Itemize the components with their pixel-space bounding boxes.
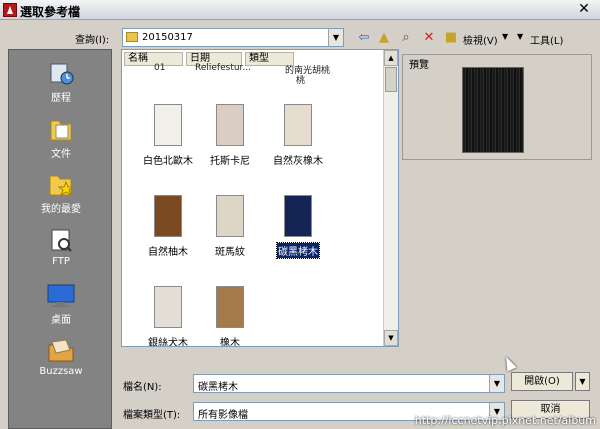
thumbnail xyxy=(154,104,182,146)
filetype-value: 所有影像檔 xyxy=(198,410,248,421)
thumbnail xyxy=(216,195,244,237)
ftp-icon xyxy=(47,227,75,253)
vertical-scrollbar[interactable]: ▲ ▼ xyxy=(383,50,398,346)
folder-icon xyxy=(126,32,138,42)
place-history[interactable]: 歷程 xyxy=(9,60,113,104)
delete-icon[interactable]: ✕ xyxy=(421,30,437,46)
places-sidebar: 歷程 文件 我的最愛 FTP 桌面 Buzzsaw xyxy=(8,49,112,429)
place-desktop[interactable]: 桌面 xyxy=(9,282,113,326)
thumbnail xyxy=(154,195,182,237)
open-dropdown-icon[interactable]: ▼ xyxy=(575,372,590,391)
watermark: http://lccnetvip.pixnet.net/album xyxy=(414,414,596,427)
title-bar: 選取參考檔 ✕ xyxy=(0,0,600,20)
place-label: 文件 xyxy=(51,149,71,160)
scroll-up-icon[interactable]: ▲ xyxy=(384,50,398,66)
tile-7[interactable]: 橡木 xyxy=(195,286,265,347)
thumbnail xyxy=(284,195,312,237)
open-button[interactable]: 開啟(O) xyxy=(511,372,573,391)
filename-value: 碳黑栲木 xyxy=(198,382,238,393)
tile-name: 自然灰橡木 xyxy=(273,156,323,167)
place-label: 我的最愛 xyxy=(41,204,81,215)
place-favorites[interactable]: 我的最愛 xyxy=(9,171,113,215)
history-icon xyxy=(47,60,75,86)
documents-icon xyxy=(47,116,75,142)
place-buzzsaw[interactable]: Buzzsaw xyxy=(9,337,113,377)
tools-menu[interactable]: 工具(L) xyxy=(530,32,563,47)
place-label: Buzzsaw xyxy=(39,366,83,377)
tile-6[interactable]: 銀絲犬木 xyxy=(133,286,203,347)
preview-label: 預覽 xyxy=(409,60,429,71)
place-ftp[interactable]: FTP xyxy=(9,227,113,267)
search-web-icon[interactable]: ⌕ xyxy=(398,30,414,46)
tile-4[interactable]: 斑馬紋 xyxy=(195,195,265,258)
tile-name: 銀絲犬木 xyxy=(148,338,188,347)
buzzsaw-icon xyxy=(47,337,75,363)
overflow-cell: 的南光胡桃 xyxy=(285,66,331,76)
tile-5[interactable]: 碳黑栲木 xyxy=(263,195,333,259)
favorites-icon xyxy=(47,171,75,197)
tile-0[interactable]: 白色北歐木 xyxy=(133,104,203,167)
new-folder-icon[interactable]: ■ xyxy=(443,30,459,46)
scroll-thumb[interactable] xyxy=(385,67,397,92)
up-folder-icon[interactable]: ▲ xyxy=(376,30,392,46)
place-label: 桌面 xyxy=(51,315,71,326)
preview-image xyxy=(462,67,524,153)
tile-1[interactable]: 托斯卡尼 xyxy=(195,104,265,167)
tools-dropdown-icon[interactable]: ▼ xyxy=(517,32,523,41)
tile-2[interactable]: 自然灰橡木 xyxy=(263,104,333,167)
overflow-cell: Reliefestur... xyxy=(195,63,252,73)
views-menu[interactable]: 檢視(V) xyxy=(463,32,498,47)
mouse-cursor-icon xyxy=(501,354,517,372)
file-list[interactable]: 名稱 日期 類型 01 Reliefestur... 的南光胡桃 桃 白色北歐木… xyxy=(121,49,399,347)
lookin-combobox[interactable]: 20150317 ▼ xyxy=(122,28,344,47)
desktop-icon xyxy=(47,282,75,308)
filename-label: 檔名(N): xyxy=(123,382,162,393)
place-documents[interactable]: 文件 xyxy=(9,116,113,160)
scroll-down-icon[interactable]: ▼ xyxy=(384,330,398,346)
chevron-down-icon[interactable]: ▼ xyxy=(489,375,504,392)
place-label: 歷程 xyxy=(51,93,71,104)
tile-name: 托斯卡尼 xyxy=(210,156,250,167)
tile-name: 斑馬紋 xyxy=(215,247,245,258)
tile-name: 白色北歐木 xyxy=(143,156,193,167)
place-label: FTP xyxy=(52,256,70,267)
back-icon[interactable]: ⇦ xyxy=(356,30,372,46)
tile-name: 碳黑栲木 xyxy=(276,242,320,259)
lookin-label: 查詢(I): xyxy=(75,35,110,46)
lookin-value: 20150317 xyxy=(142,32,193,43)
tile-3[interactable]: 自然柚木 xyxy=(133,195,203,258)
chevron-down-icon[interactable]: ▼ xyxy=(328,29,343,46)
thumbnail xyxy=(154,286,182,328)
thumbnail xyxy=(284,104,312,146)
close-icon[interactable]: ✕ xyxy=(576,1,592,17)
tile-name: 橡木 xyxy=(220,338,240,347)
views-dropdown-icon[interactable]: ▼ xyxy=(502,32,508,41)
tile-name: 自然柚木 xyxy=(148,247,188,258)
overflow-cell: 桃 xyxy=(296,76,306,86)
preview-panel: 預覽 xyxy=(402,54,592,160)
filetype-label: 檔案類型(T): xyxy=(123,410,181,421)
filename-combobox[interactable]: 碳黑栲木 ▼ xyxy=(193,374,505,393)
thumbnail xyxy=(216,286,244,328)
autocad-app-icon xyxy=(3,3,17,17)
thumbnail xyxy=(216,104,244,146)
window-title: 選取參考檔 xyxy=(20,5,81,19)
overflow-cell: 01 xyxy=(154,63,166,73)
